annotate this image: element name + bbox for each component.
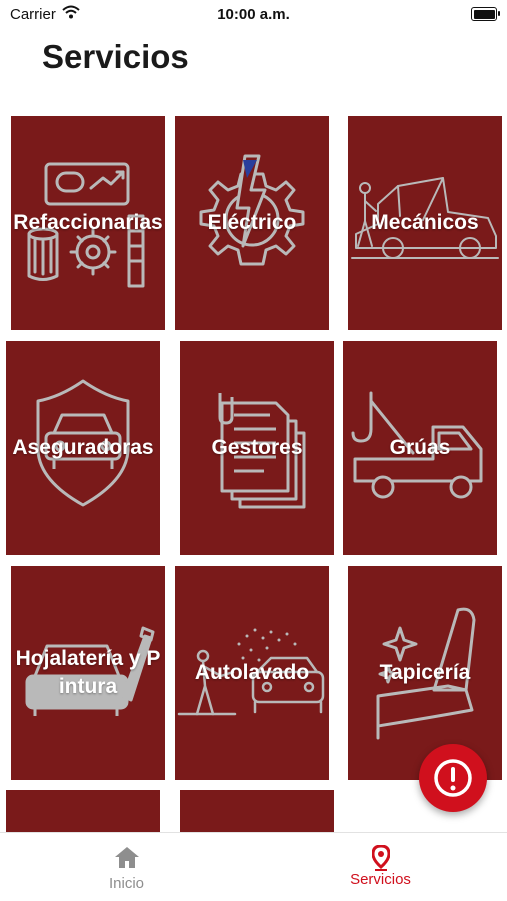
service-label: Mecánicos [371, 211, 479, 234]
service-label: Autolavado [194, 661, 310, 684]
service-tile-hojalateria[interactable]: Hojalatería y Pintura [11, 566, 165, 780]
tab-bar: Inicio Servicios [0, 832, 507, 901]
tab-inicio[interactable]: Inicio [0, 833, 253, 901]
service-label: Gestores [211, 436, 303, 459]
service-label: Eléctrico [207, 211, 297, 234]
alert-button[interactable] [419, 744, 487, 812]
tab-servicios[interactable]: Servicios [254, 833, 507, 901]
home-icon [114, 847, 139, 868]
service-label: Aseguradoras [12, 436, 154, 459]
service-tile-electrico[interactable]: Eléctrico [175, 116, 329, 330]
page-title: Servicios [42, 38, 189, 75]
tab-label: Inicio [108, 875, 145, 892]
service-tile-aseguradoras[interactable]: Aseguradoras [6, 341, 160, 555]
service-label: Hojalatería y Pintura [15, 647, 161, 698]
service-label: Grúas [389, 436, 451, 459]
clock: 10:00 a.m. [217, 6, 290, 23]
service-label: Refaccionarias [13, 211, 163, 234]
service-tile-mecanicos[interactable]: Mecánicos [348, 116, 502, 330]
service-tile-gestores[interactable]: Gestores [180, 341, 334, 555]
service-tile-row4-b[interactable] [180, 790, 334, 832]
service-tile-tapiceria[interactable]: Tapicería [348, 566, 502, 780]
service-tile-gruas[interactable]: Grúas [343, 341, 497, 555]
status-bar: Carrier 10:00 a.m. [0, 0, 507, 30]
tab-label: Servicios [350, 871, 411, 888]
alert-exclamation-icon [434, 759, 472, 797]
battery-icon [471, 7, 500, 21]
location-pin-icon [371, 845, 390, 871]
service-tile-refaccionarias[interactable]: Refaccionarias [11, 116, 165, 330]
service-label: Tapicería [379, 661, 471, 684]
service-tile-autolavado[interactable]: Autolavado [175, 566, 329, 780]
service-tile-row4-a[interactable] [6, 790, 160, 832]
